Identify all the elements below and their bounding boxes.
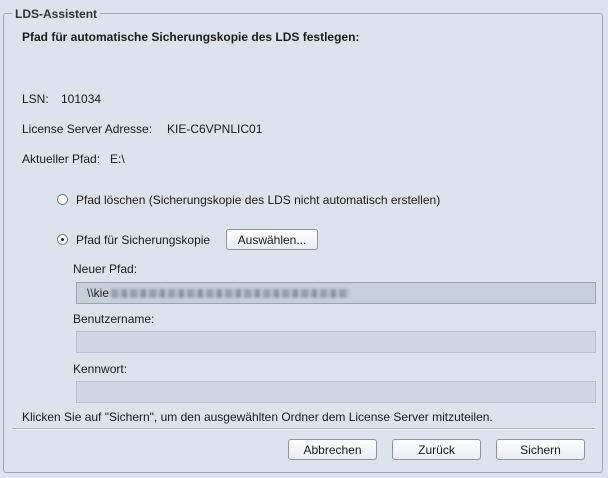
backup-path-label[interactable]: Pfad für Sicherungskopie	[76, 233, 210, 247]
backup-path-radio[interactable]	[57, 234, 68, 245]
lsn-value: 101034	[61, 92, 102, 106]
back-button[interactable]: Zurück	[392, 439, 481, 460]
delete-path-label[interactable]: Pfad löschen (Sicherungskopie des LDS ni…	[76, 193, 440, 207]
username-label: Benutzername:	[73, 312, 155, 326]
page-heading: Pfad für automatische Sicherungskopie de…	[22, 30, 360, 44]
password-label: Kennwort:	[73, 362, 128, 376]
username-field[interactable]	[76, 331, 596, 353]
cancel-button[interactable]: Abbrechen	[288, 439, 377, 460]
redacted-path-segment	[111, 289, 350, 299]
browse-button[interactable]: Auswählen...	[226, 229, 318, 250]
new-path-field[interactable]: \\kie	[76, 282, 596, 304]
save-hint: Klicken Sie auf "Sichern", um den ausgew…	[22, 410, 493, 424]
current-path-value: E:\	[110, 152, 125, 166]
password-field[interactable]	[76, 381, 596, 403]
dialog-title: LDS-Assistent	[12, 7, 101, 21]
new-path-value: \\kie	[87, 286, 110, 300]
lsn-label: LSN:	[22, 92, 49, 106]
current-path-label: Aktueller Pfad:	[22, 152, 101, 166]
delete-path-radio[interactable]	[57, 194, 68, 205]
server-address-value: KIE-C6VPNLIC01	[167, 122, 263, 136]
new-path-label: Neuer Pfad:	[73, 262, 138, 276]
save-button[interactable]: Sichern	[496, 439, 585, 460]
footer-divider	[12, 428, 595, 430]
server-address-label: License Server Adresse:	[22, 122, 153, 136]
